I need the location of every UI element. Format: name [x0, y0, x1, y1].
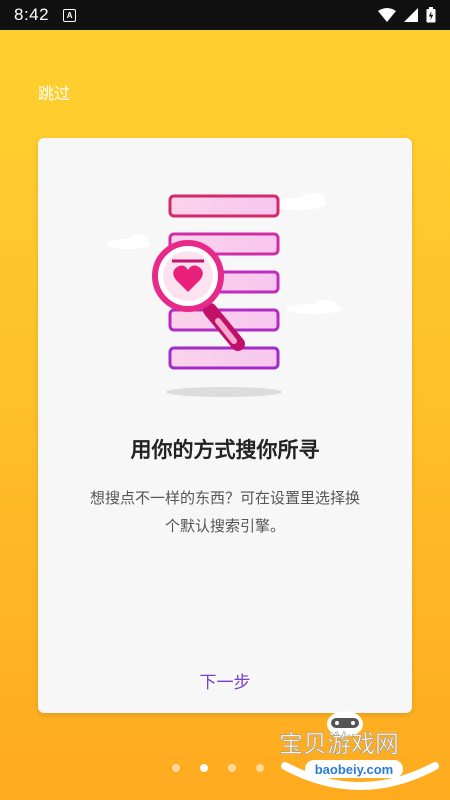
card-description: 想搜点不一样的东西？可在设置里选择换 个默认搜索引擎。: [64, 484, 386, 540]
page-dot-active[interactable]: [200, 764, 208, 772]
page-dot[interactable]: [172, 764, 180, 772]
status-icons: [378, 7, 436, 23]
next-button[interactable]: 下一步: [38, 668, 412, 693]
search-illustration: [108, 193, 341, 397]
shadow: [166, 387, 282, 397]
page-indicator: [172, 764, 264, 772]
signal-icon: [404, 8, 418, 22]
description-line-2: 个默认搜索引擎。: [164, 517, 285, 535]
watermark-brand: 宝贝游戏网: [279, 730, 399, 758]
battery-icon: [426, 7, 436, 23]
page-dot[interactable]: [228, 764, 236, 772]
status-time: 8:42: [14, 5, 50, 24]
onboarding-card: 用你的方式搜你所寻 想搜点不一样的东西？可在设置里选择换 个默认搜索引擎。 下一…: [38, 138, 412, 713]
description-line-1: 想搜点不一样的东西？可在设置里选择换: [89, 489, 360, 507]
watermark-logo: 宝贝游戏网 baobeiy.com: [279, 711, 439, 790]
card-title: 用你的方式搜你所寻: [130, 438, 320, 462]
notification-icon: A: [63, 8, 77, 22]
status-bar: 8:42 A: [0, 0, 450, 30]
watermark-domain: baobeiy.com: [315, 762, 394, 777]
wifi-icon: [378, 8, 396, 22]
skip-button[interactable]: 跳过: [38, 80, 70, 104]
page-dot[interactable]: [256, 764, 264, 772]
